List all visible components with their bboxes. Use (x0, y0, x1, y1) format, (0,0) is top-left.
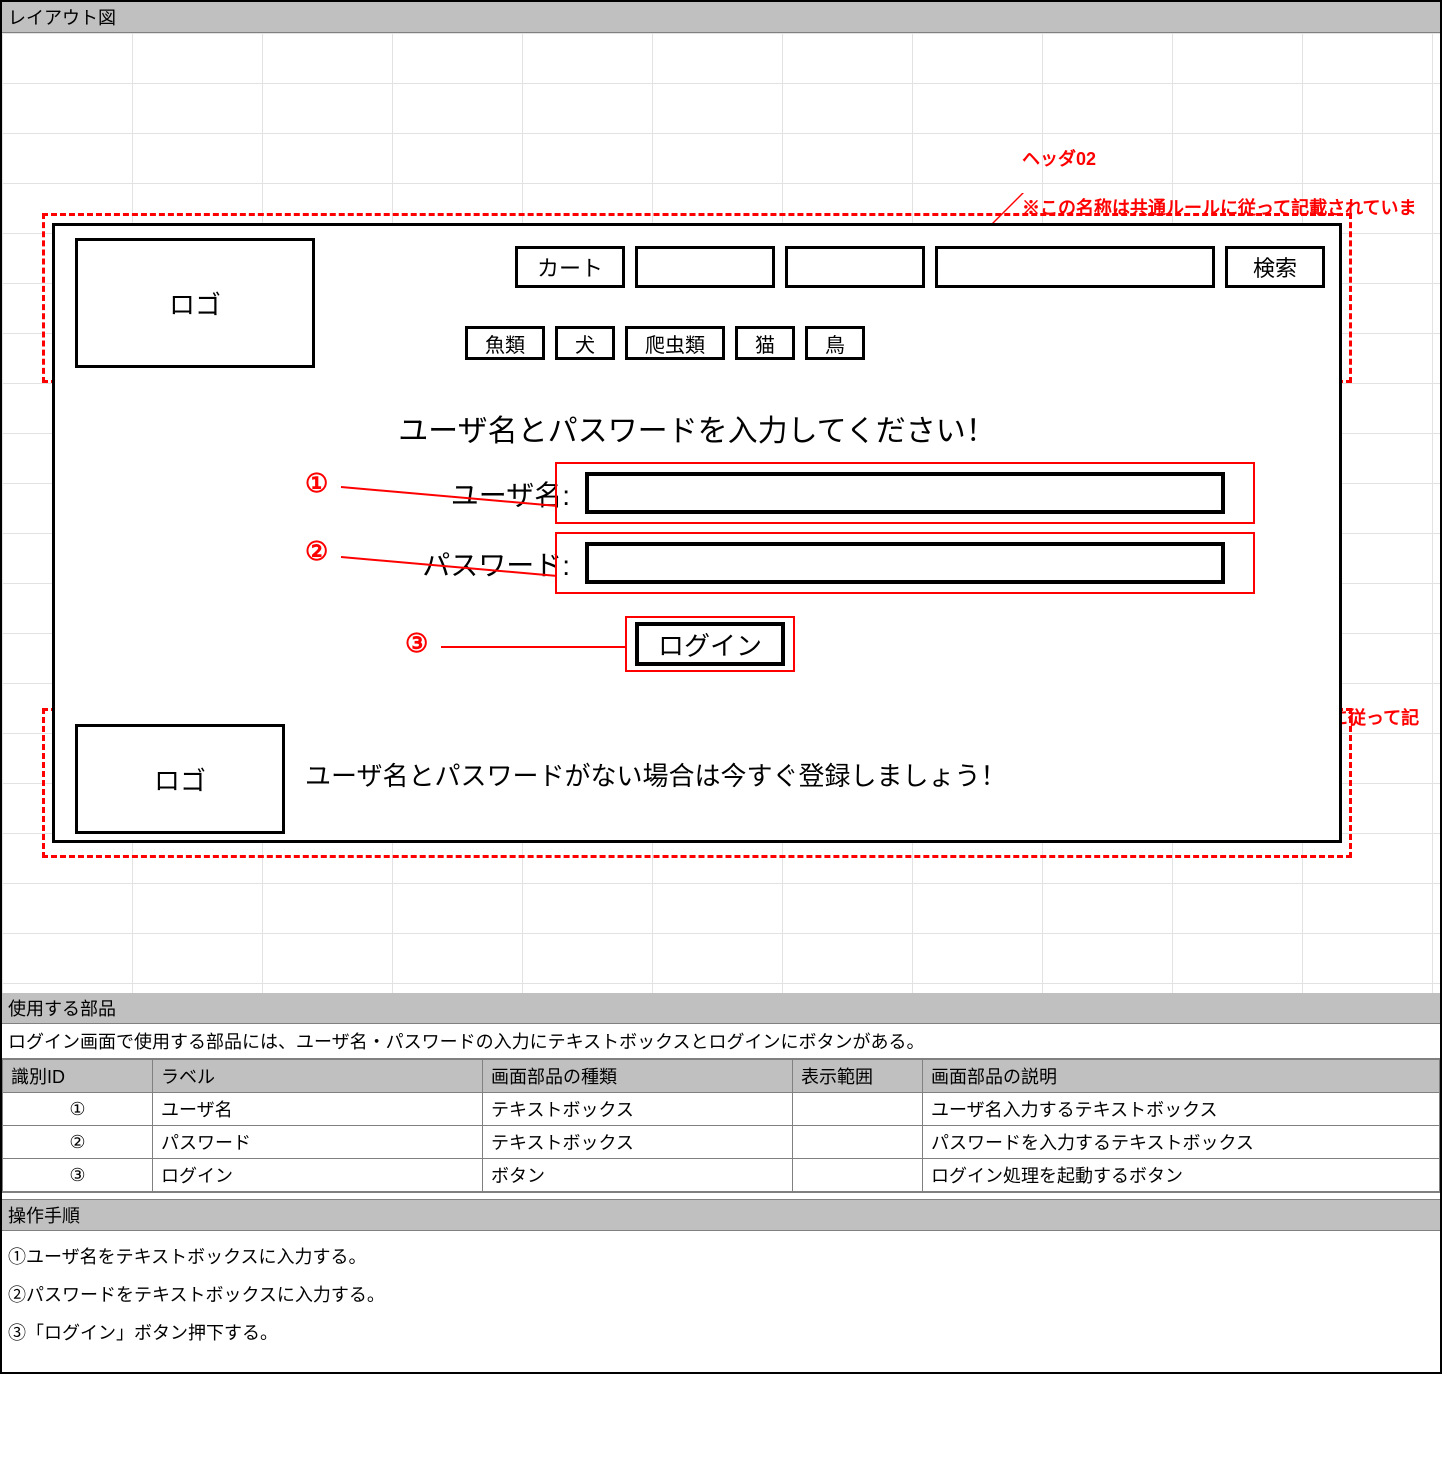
parts-table: 識別ID ラベル 画面部品の種類 表示範囲 画面部品の説明 ① ユーザ名 テキス… (2, 1059, 1440, 1192)
step-item: ①ユーザ名をテキストボックスに入力する。 (8, 1239, 1434, 1277)
layout-diagram-area: ヘッダ02 ※この名称は共通ルールに従って記載されています。 フッタ02 ※この… (2, 33, 1440, 993)
marker-2: ② (305, 536, 328, 567)
cell-id: ① (3, 1093, 153, 1126)
screen-mockup: ロゴ カート 検索 魚類 犬 爬虫類 猫 鳥 ユーザ名とパスワードを入力してくだ… (52, 223, 1342, 843)
marker-3: ③ (405, 628, 428, 659)
register-message: ユーザ名とパスワードがない場合は今すぐ登録しましょう！ (305, 756, 1309, 793)
password-input[interactable] (585, 542, 1225, 584)
cell-kind: テキストボックス (483, 1093, 793, 1126)
col-label: ラベル (153, 1060, 483, 1093)
cell-range (793, 1159, 923, 1192)
instruction-text: ユーザ名とパスワードを入力してください！ (55, 406, 1339, 450)
cell-desc: ログイン処理を起動するボタン (923, 1159, 1440, 1192)
table-separator (2, 1192, 1440, 1200)
parts-header-row: 識別ID ラベル 画面部品の種類 表示範囲 画面部品の説明 (3, 1060, 1440, 1093)
logo-box-top: ロゴ (75, 238, 315, 368)
section-header-parts: 使用する部品 (2, 993, 1440, 1024)
category-bird[interactable]: 鳥 (805, 326, 865, 360)
category-cat[interactable]: 猫 (735, 326, 795, 360)
section-header-steps: 操作手順 (2, 1200, 1440, 1231)
marker-3-leader (441, 646, 626, 648)
category-fish[interactable]: 魚類 (465, 326, 545, 360)
step-item: ②パスワードをテキストボックスに入力する。 (8, 1277, 1434, 1315)
cell-label: ログイン (153, 1159, 483, 1192)
username-input[interactable] (585, 472, 1225, 514)
cell-kind: テキストボックス (483, 1126, 793, 1159)
search-button[interactable]: 検索 (1225, 246, 1325, 288)
cell-range (793, 1126, 923, 1159)
col-id: 識別ID (3, 1060, 153, 1093)
col-range: 表示範囲 (793, 1060, 923, 1093)
cell-kind: ボタン (483, 1159, 793, 1192)
cell-range (793, 1093, 923, 1126)
step-item: ③「ログイン」ボタン押下する。 (8, 1315, 1434, 1353)
section-header-layout: レイアウト図 (2, 2, 1440, 33)
cell-label: ユーザ名 (153, 1093, 483, 1126)
cell-id: ③ (3, 1159, 153, 1192)
header-blank-2[interactable] (785, 246, 925, 288)
cart-button[interactable]: カート (515, 246, 625, 288)
cell-id: ② (3, 1126, 153, 1159)
logo-box-bottom: ロゴ (75, 724, 285, 834)
category-dog[interactable]: 犬 (555, 326, 615, 360)
table-row: ① ユーザ名 テキストボックス ユーザ名入力するテキストボックス (3, 1093, 1440, 1126)
annotation-header-name: ヘッダ02 (1022, 149, 1096, 169)
table-row: ③ ログイン ボタン ログイン処理を起動するボタン (3, 1159, 1440, 1192)
cell-desc: パスワードを入力するテキストボックス (923, 1126, 1440, 1159)
parts-description: ログイン画面で使用する部品には、ユーザ名・パスワードの入力にテキストボックスとロ… (2, 1024, 1440, 1059)
marker-1: ① (305, 468, 328, 499)
col-desc: 画面部品の説明 (923, 1060, 1440, 1093)
category-reptile[interactable]: 爬虫類 (625, 326, 725, 360)
header-blank-1[interactable] (635, 246, 775, 288)
table-row: ② パスワード テキストボックス パスワードを入力するテキストボックス (3, 1126, 1440, 1159)
login-button[interactable]: ログイン (635, 622, 785, 666)
col-kind: 画面部品の種類 (483, 1060, 793, 1093)
cell-label: パスワード (153, 1126, 483, 1159)
cell-desc: ユーザ名入力するテキストボックス (923, 1093, 1440, 1126)
search-input[interactable] (935, 246, 1215, 288)
steps-list: ①ユーザ名をテキストボックスに入力する。 ②パスワードをテキストボックスに入力す… (2, 1231, 1440, 1372)
